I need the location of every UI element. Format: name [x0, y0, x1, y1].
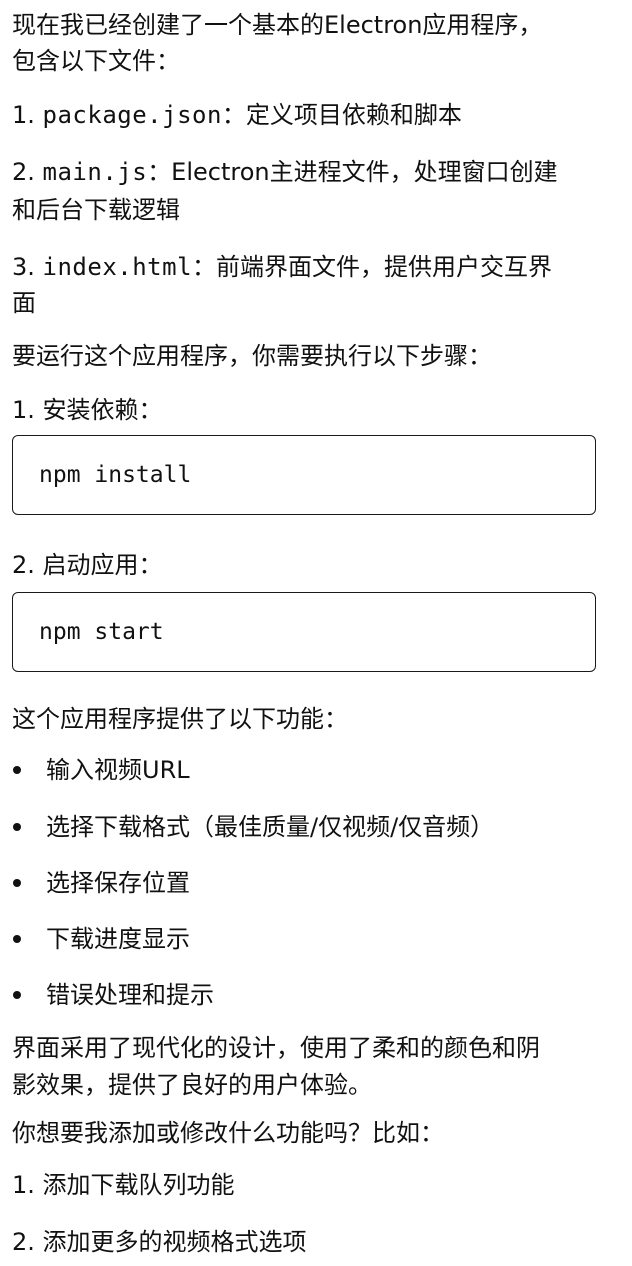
- list-item: 选择保存位置: [12, 866, 612, 900]
- file-item-2: 2. main.js：Electron主进程文件，处理窗口创建: [12, 155, 612, 189]
- file-item-1: 1. package.json：定义项目依赖和脚本: [12, 98, 612, 132]
- list-item: 输入视频URL: [12, 753, 612, 787]
- file-item-3: 3. index.html：前端界面文件，提供用户交互界: [12, 250, 612, 284]
- question-text: 你想要我添加或修改什么功能吗？比如：: [12, 1119, 444, 1147]
- code-command-start[interactable]: npm start: [39, 615, 164, 649]
- file-item-number: 1.: [12, 101, 43, 129]
- file-item-number: 2.: [12, 158, 43, 186]
- step-2-label: 2. 启动应用：: [12, 551, 163, 579]
- file-item-2-continuation: 和后台下载逻辑: [12, 196, 180, 224]
- list-item: 选择下载格式（最佳质量/仅视频/仅音频）: [12, 810, 612, 844]
- design-line-2: 影效果，提供了良好的用户体验。: [12, 1071, 372, 1099]
- file-item-description: ：Electron主进程文件，处理窗口创建: [147, 158, 558, 186]
- feature-text: 下载进度显示: [46, 925, 190, 953]
- inline-code-index-html: index.html: [42, 253, 193, 281]
- file-item-description: ：前端界面文件，提供用户交互界: [192, 253, 553, 281]
- intro-line-1: 现在我已经创建了一个基本的Electron应用程序，: [12, 11, 543, 39]
- list-item: 错误处理和提示: [12, 978, 612, 1012]
- design-line-1: 界面采用了现代化的设计，使用了柔和的颜色和阴: [12, 1034, 540, 1062]
- bullet-icon: [13, 991, 21, 999]
- bullet-icon: [13, 823, 21, 831]
- suggestion-item-2: 2. 添加更多的视频格式选项: [12, 1228, 307, 1256]
- run-heading: 要运行这个应用程序，你需要执行以下步骤：: [12, 342, 492, 370]
- bullet-icon: [13, 879, 21, 887]
- feature-text: 输入视频URL: [46, 756, 190, 784]
- list-item: 下载进度显示: [12, 922, 612, 956]
- feature-text: 选择下载格式（最佳质量/仅视频/仅音频）: [46, 813, 495, 841]
- suggestion-item-1: 1. 添加下载队列功能: [12, 1171, 235, 1199]
- code-command-install[interactable]: npm install: [39, 458, 191, 492]
- file-item-description: ：定义项目依赖和脚本: [221, 101, 462, 129]
- inline-code-main-js: main.js: [42, 158, 148, 186]
- code-block-install[interactable]: npm install: [12, 435, 596, 515]
- file-item-3-continuation: 面: [12, 289, 36, 317]
- feature-text: 选择保存位置: [46, 869, 190, 897]
- features-heading: 这个应用程序提供了以下功能：: [12, 705, 348, 733]
- inline-code-package-json: package.json: [42, 101, 222, 129]
- step-1-label: 1. 安装依赖：: [12, 396, 163, 424]
- file-item-number: 3.: [12, 253, 43, 281]
- bullet-icon: [13, 935, 21, 943]
- feature-text: 错误处理和提示: [46, 981, 214, 1009]
- code-block-start[interactable]: npm start: [12, 592, 596, 672]
- intro-line-2: 包含以下文件：: [12, 47, 180, 75]
- bullet-icon: [13, 766, 21, 774]
